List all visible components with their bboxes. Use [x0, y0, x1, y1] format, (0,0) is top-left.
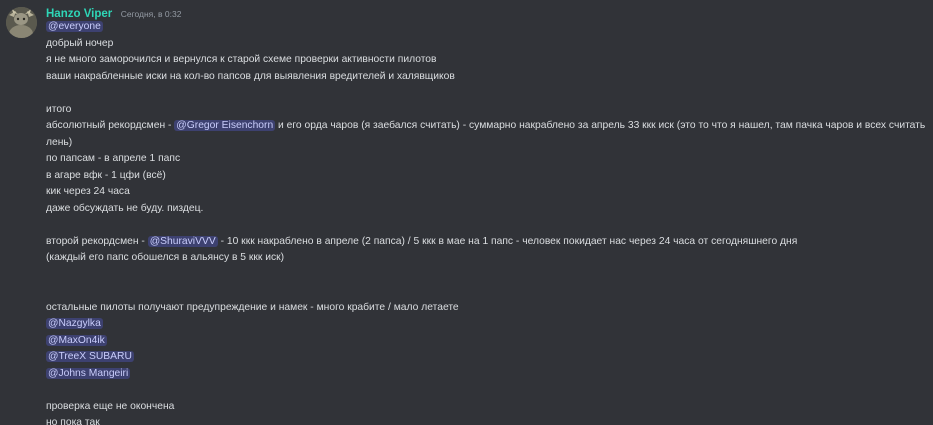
mention-user[interactable]: @Johns Mangeiri: [46, 367, 131, 379]
message-line: даже обсуждать не буду. пиздец.: [46, 202, 204, 214]
message-line: я не много заморочился и вернулся к стар…: [46, 54, 437, 65]
mention-user[interactable]: @TreeX SUBARU: [46, 351, 134, 362]
user-avatar[interactable]: [6, 7, 37, 38]
message-line: @Johns Mangeiri: [46, 366, 931, 383]
message-line: (каждый его папс обошелся в альянсу в 5 …: [46, 252, 285, 263]
message-line: второй рекордсмен - @ShuraviVVV - 10 ккк…: [46, 234, 931, 251]
message-line: по папсам - в апреле 1 папс: [46, 153, 181, 164]
message-line: @TreeX SUBARU: [46, 349, 931, 366]
message-line: остальные пилоты получают предупреждение…: [46, 301, 459, 313]
message-line: добрый ночер: [46, 37, 114, 49]
chat-message: Hanzo Viper Сегодня, в 0:32 @everyone до…: [0, 0, 933, 425]
message-line: итого: [46, 103, 72, 115]
message-text: - 10 ккк накраблено в апреле (2 папса) /…: [217, 235, 798, 247]
mention-user[interactable]: @Gregor Eisenchorn: [174, 120, 276, 131]
message-content: @everyone добрый ночер я не много заморо…: [46, 19, 931, 425]
mention-user[interactable]: @Nazgylka: [46, 318, 103, 329]
mention-everyone[interactable]: @everyone: [46, 21, 103, 32]
message-line: @everyone: [46, 19, 931, 36]
mention-user[interactable]: @ShuraviVVV: [147, 235, 218, 247]
message-line: @MaxOn4ik: [46, 333, 931, 350]
message-timestamp: Сегодня, в 0:32: [120, 9, 182, 19]
message-line: кик через 24 часа: [46, 186, 130, 197]
avatar-image-icon: [6, 7, 37, 38]
message-line: @Nazgylka: [46, 316, 931, 333]
message-line: проверка еще не окончена: [46, 400, 175, 412]
message-header: Hanzo Viper Сегодня, в 0:32: [46, 4, 181, 20]
message-line: абсолютный рекордсмен - @Gregor Eisencho…: [46, 118, 931, 151]
message-text: абсолютный рекордсмен -: [46, 120, 175, 131]
message-line: ваши накрабленные иски на кол-во папсов …: [46, 70, 455, 82]
message-line: в агаре вфк - 1 цфи (всё): [46, 169, 166, 181]
message-line: но пока так: [46, 417, 100, 425]
message-text: второй рекордсмен -: [46, 235, 148, 247]
mention-user[interactable]: @MaxOn4ik: [46, 334, 107, 346]
